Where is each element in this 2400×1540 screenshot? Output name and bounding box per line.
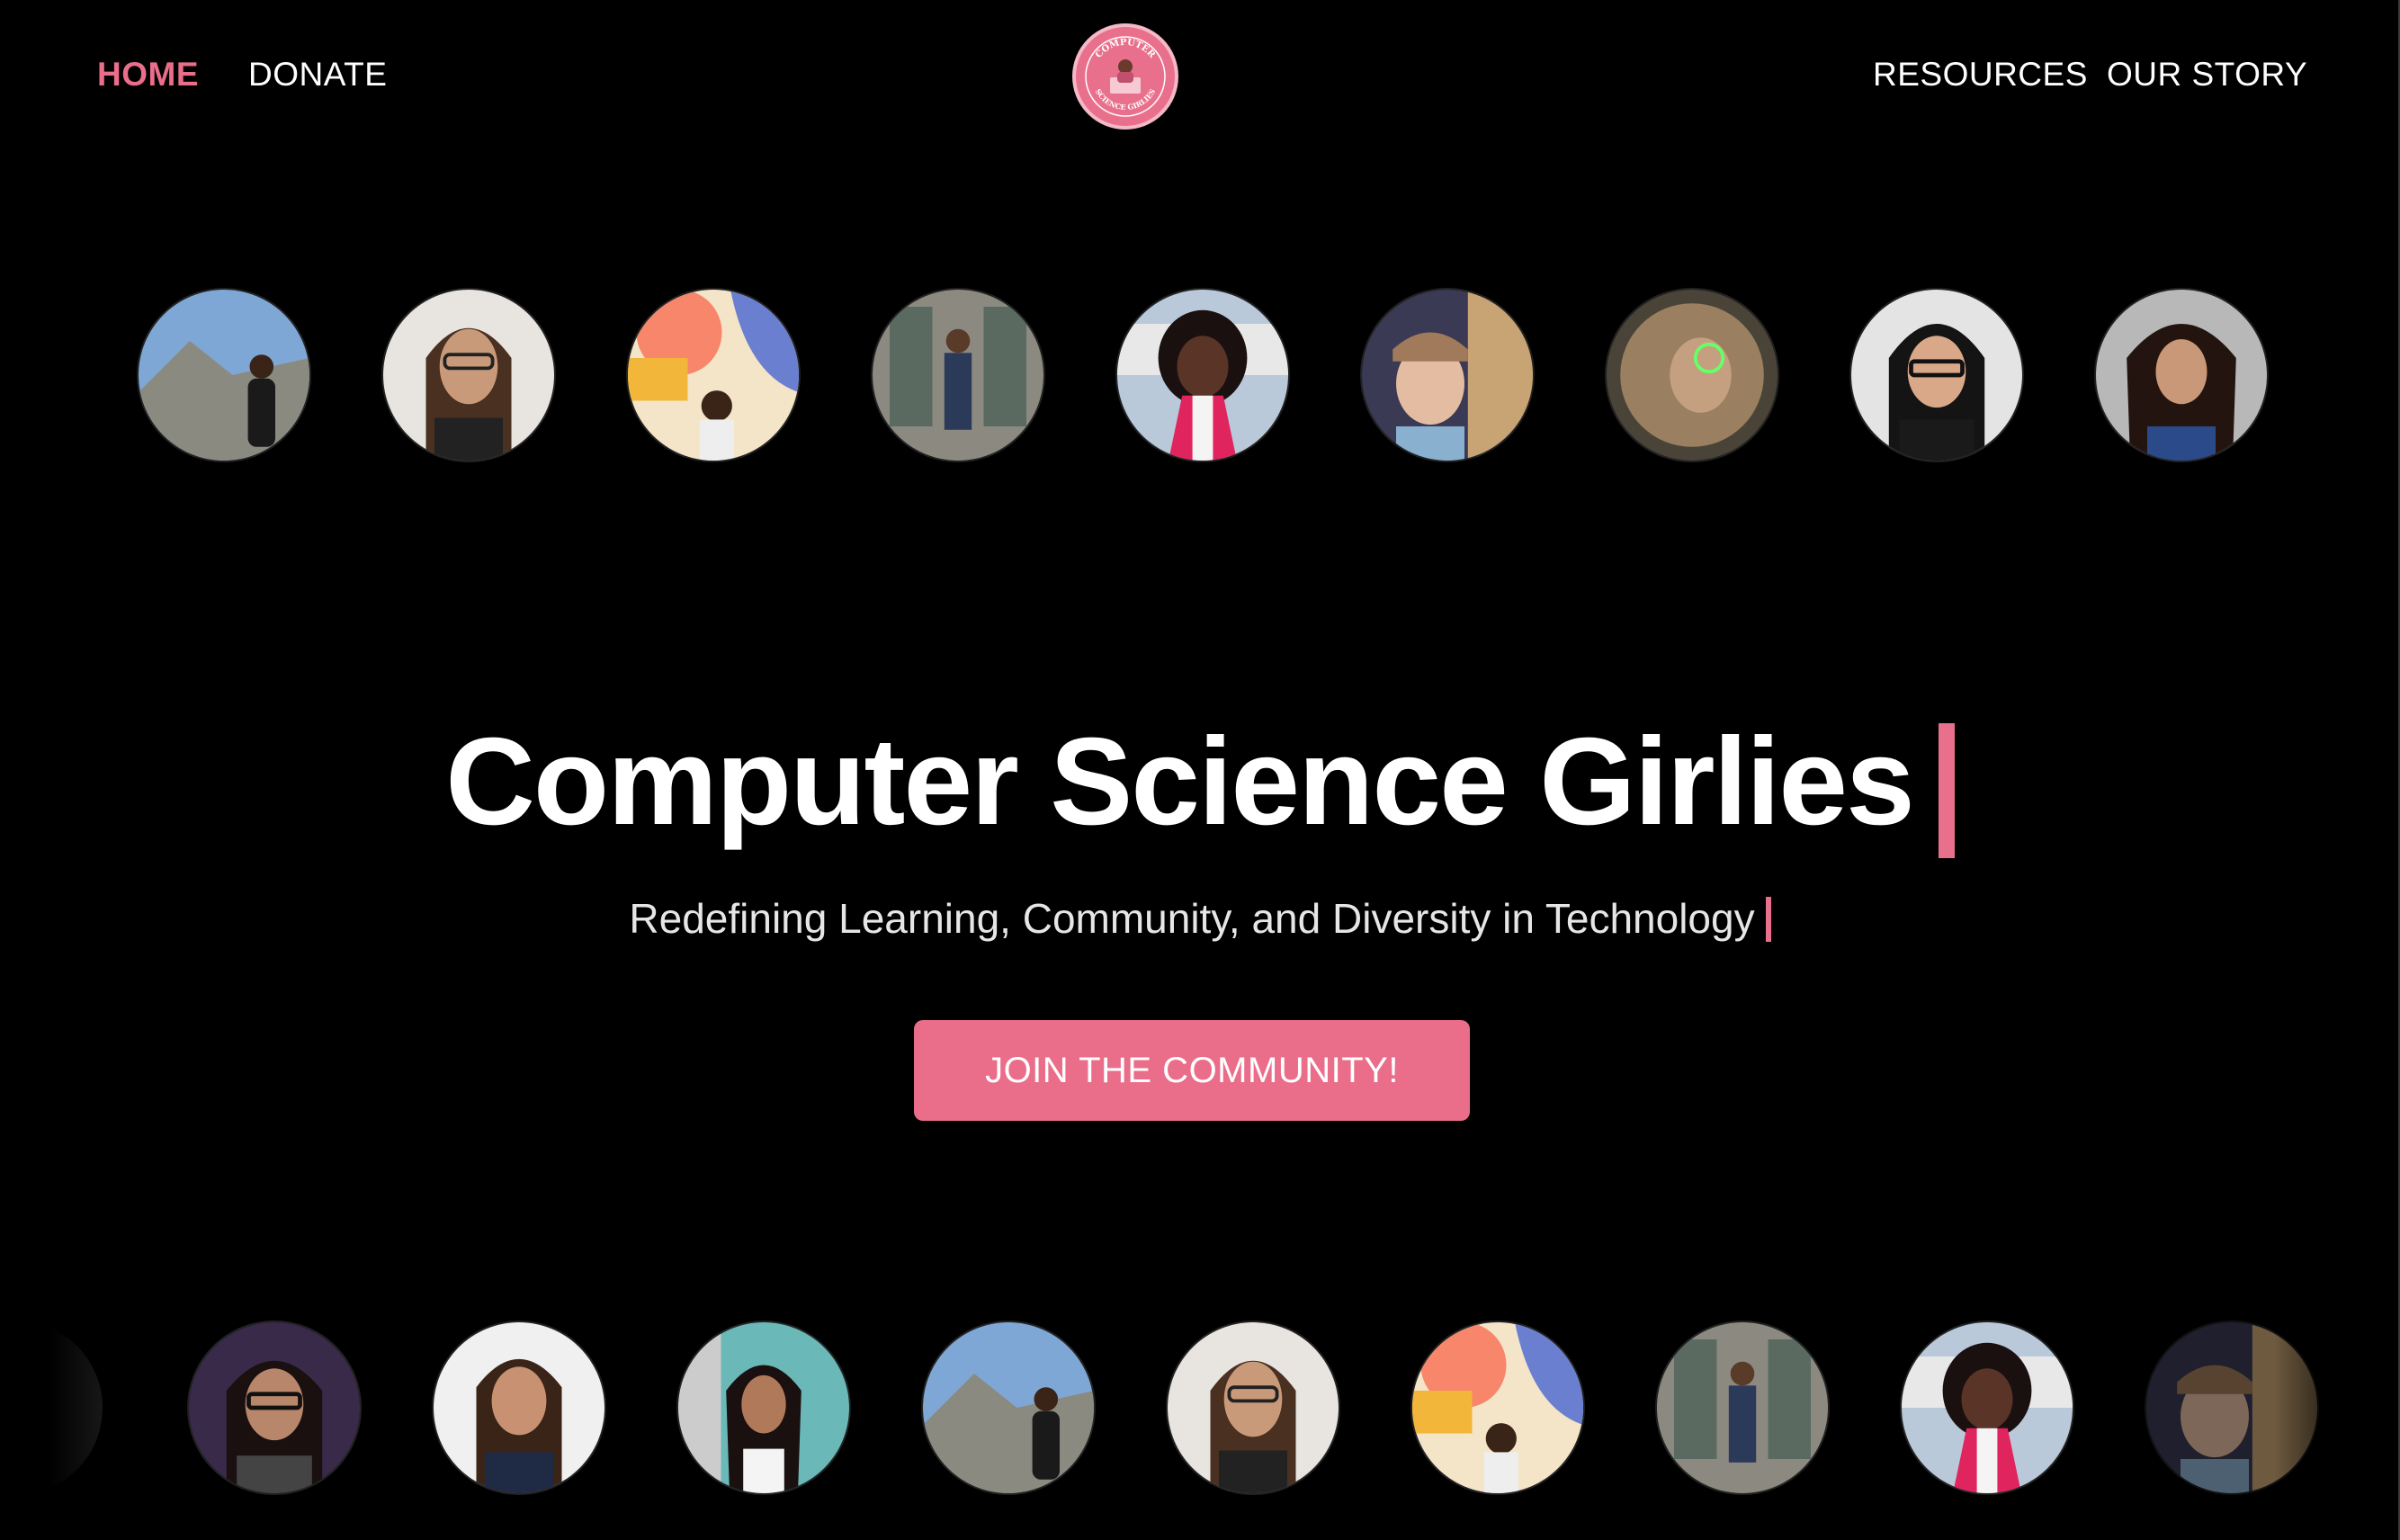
member-avatar	[2094, 288, 2269, 462]
member-avatar	[2145, 1321, 2319, 1495]
member-avatar	[137, 288, 311, 462]
member-avatar	[626, 288, 801, 462]
member-avatar	[381, 288, 556, 462]
nav-resources-link[interactable]: RESOURCES	[1873, 56, 2088, 94]
member-avatars-bottom	[0, 1321, 2400, 1497]
member-avatar	[0, 1321, 103, 1495]
member-avatars-top	[0, 288, 2400, 464]
member-avatar	[1605, 288, 1779, 462]
member-avatar	[1115, 288, 1290, 462]
nav-home-link[interactable]: HOME	[97, 56, 199, 94]
member-avatar	[1410, 1321, 1585, 1495]
typing-cursor	[1938, 723, 1955, 858]
member-avatar	[676, 1321, 851, 1495]
member-avatar	[1655, 1321, 1830, 1495]
member-avatar	[1900, 1321, 2074, 1495]
nav-donate-link[interactable]: DONATE	[248, 56, 387, 94]
hero-title: Computer Science Girlies	[0, 711, 2400, 858]
member-avatar	[921, 1321, 1096, 1495]
member-avatar	[871, 288, 1045, 462]
logo-emblem-icon: COMPUTER SCIENCE GIRLIES	[1080, 31, 1170, 121]
hero-title-text: Computer Science Girlies	[445, 712, 1915, 851]
hero-subtitle: Redefining Learning, Community, and Dive…	[0, 894, 2400, 943]
page: HOME DONATE COMPUTER SCIENCE GIRLIES RES…	[0, 0, 2400, 1540]
member-avatar	[1849, 288, 2024, 462]
typing-cursor	[1765, 897, 1771, 942]
hero-subtitle-text: Redefining Learning, Community, and Dive…	[629, 895, 1755, 942]
nav-our-story-link[interactable]: OUR STORY	[2107, 56, 2307, 94]
member-avatar	[1166, 1321, 1340, 1495]
site-logo[interactable]: COMPUTER SCIENCE GIRLIES	[1072, 23, 1178, 130]
member-avatar	[1360, 288, 1535, 462]
join-community-button[interactable]: JOIN THE COMMUNITY!	[914, 1020, 1470, 1121]
member-avatar	[432, 1321, 606, 1495]
member-avatar	[187, 1321, 362, 1495]
